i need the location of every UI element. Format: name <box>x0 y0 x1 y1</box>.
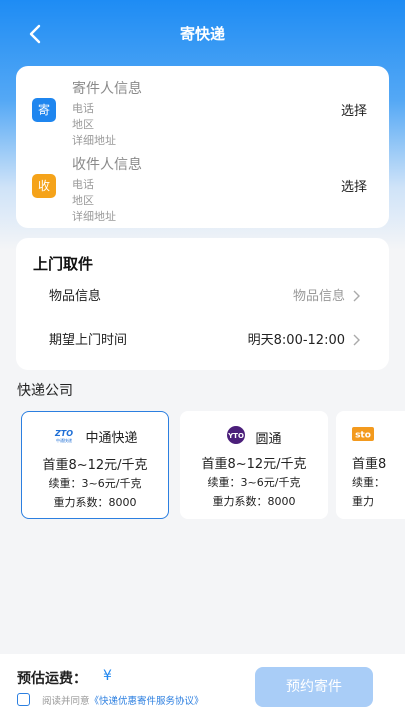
svg-text:ZTO: ZTO <box>54 429 73 438</box>
chevron-right-icon <box>351 287 361 302</box>
contacts-card: 寄 寄件人信息 电话 地区 详细地址 选择 收 收件人信息 电话 地区 详细地址… <box>16 66 389 228</box>
receiver-address: 详细地址 <box>72 210 116 223</box>
receiver-region: 地区 <box>72 194 94 207</box>
pickup-title: 上门取件 <box>33 255 94 273</box>
weight-coefficient: 重力系数：8000 <box>53 496 137 509</box>
carrier-header: sto <box>336 425 405 445</box>
carrier-header: YTO 圆通 <box>180 425 328 447</box>
receiver-select-button[interactable]: 选择 <box>341 176 367 195</box>
receiver-info-row[interactable]: 收 收件人信息 电话 地区 详细地址 选择 <box>16 154 389 224</box>
carrier-card-zto[interactable]: ZTO 中通快递 中通快递 首重8~12元/千克 续重：3~6元/千克 重力系数… <box>21 411 169 519</box>
goods-label: 物品信息 <box>49 289 102 304</box>
first-weight-price: 首重8 <box>352 457 387 472</box>
svg-text:YTO: YTO <box>228 432 245 440</box>
carrier-header: ZTO 中通快递 中通快递 <box>22 426 168 447</box>
carrier-name: 中通快递 <box>85 431 138 446</box>
svg-text:中通快递: 中通快递 <box>56 437 72 443</box>
agreement-prefix: 阅读并同意 <box>42 696 90 707</box>
book-pickup-button[interactable]: 预约寄件 <box>255 667 373 707</box>
sender-info-row[interactable]: 寄 寄件人信息 电话 地区 详细地址 选择 <box>16 78 389 148</box>
additional-weight-price: 续重： <box>352 476 385 489</box>
pickup-time-row[interactable]: 期望上门时间 明天8:00-12:00 <box>16 322 389 352</box>
pickup-time-value: 明天8:00-12:00 <box>247 333 345 348</box>
sender-phone: 电话 <box>72 102 94 115</box>
weight-coefficient: 重力系数：8000 <box>212 495 296 508</box>
nav-bar: 寄快递 <box>0 0 405 66</box>
pickup-card: 上门取件 物品信息 物品信息 期望上门时间 明天8:00-12:00 <box>16 238 389 370</box>
receiver-title: 收件人信息 <box>72 157 142 173</box>
goods-value: 物品信息 <box>292 289 345 304</box>
weight-coefficient: 重力 <box>352 495 374 508</box>
bottom-bar: 预估运费： ¥ 阅读并同意《快递优惠寄件服务协议》 预约寄件 <box>0 654 405 720</box>
carrier-list[interactable]: ZTO 中通快递 中通快递 首重8~12元/千克 续重：3~6元/千克 重力系数… <box>0 411 405 521</box>
sto-logo-icon: sto <box>352 426 374 445</box>
first-weight-price: 首重8~12元/千克 <box>201 457 307 472</box>
receiver-phone: 电话 <box>72 178 94 191</box>
carrier-card-yto[interactable]: YTO 圆通 首重8~12元/千克 续重：3~6元/千克 重力系数：8000 <box>180 411 328 519</box>
currency-symbol: ¥ <box>103 668 112 684</box>
carrier-name: 圆通 <box>255 431 282 447</box>
estimated-fee-label: 预估运费： <box>17 671 87 687</box>
first-weight-price: 首重8~12元/千克 <box>42 458 148 473</box>
carriers-section-title: 快递公司 <box>17 383 73 399</box>
page-title: 寄快递 <box>179 25 225 43</box>
sender-badge: 寄 <box>32 98 56 122</box>
app-screen: 寄快递 寄 寄件人信息 电话 地区 详细地址 选择 收 收件人信息 电话 地区 … <box>0 0 405 720</box>
carrier-card-sto[interactable]: sto 首重8 续重： 重力 <box>336 411 405 519</box>
agreement-link[interactable]: 《快递优惠寄件服务协议》 <box>90 696 204 707</box>
receiver-badge: 收 <box>32 174 56 198</box>
goods-info-row[interactable]: 物品信息 物品信息 <box>16 278 389 308</box>
pickup-time-label: 期望上门时间 <box>49 333 128 348</box>
sender-address: 详细地址 <box>72 134 116 147</box>
zto-logo-icon: ZTO 中通快递 <box>52 427 76 447</box>
additional-weight-price: 续重：3~6元/千克 <box>207 476 301 489</box>
yto-logo-icon: YTO <box>226 425 246 449</box>
sender-title: 寄件人信息 <box>72 81 142 97</box>
svg-text:sto: sto <box>355 431 371 441</box>
chevron-right-icon <box>351 331 361 346</box>
sender-select-button[interactable]: 选择 <box>341 100 367 119</box>
agreement-checkbox[interactable] <box>17 693 30 706</box>
sender-region: 地区 <box>72 118 94 131</box>
agreement-text: 阅读并同意《快递优惠寄件服务协议》 <box>42 693 204 707</box>
additional-weight-price: 续重：3~6元/千克 <box>48 477 142 490</box>
